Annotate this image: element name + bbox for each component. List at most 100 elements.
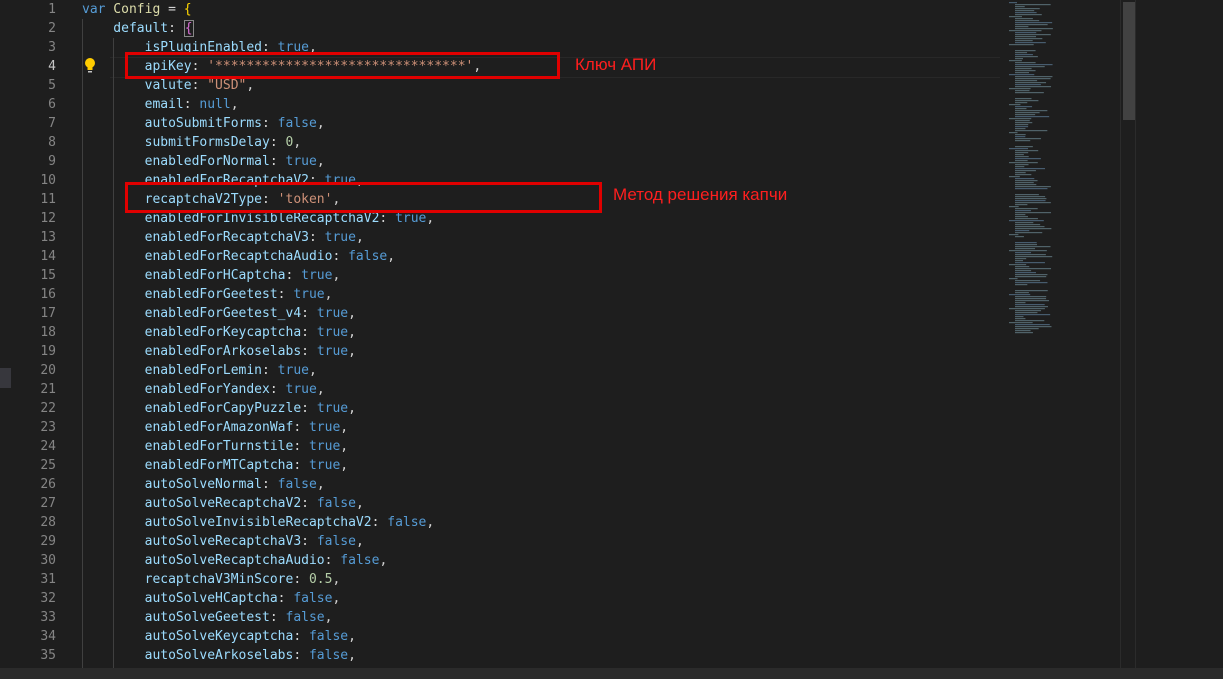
code-token: enabledForGeetest_v4 — [82, 306, 302, 321]
code-token: Config — [105, 2, 161, 17]
code-token: , — [387, 249, 396, 264]
code-token: , — [348, 344, 356, 359]
vertical-scrollbar[interactable] — [1120, 0, 1135, 679]
code-token: autoSolveRecaptchaAudio — [82, 553, 325, 568]
code-editor[interactable]: 1 2 3 4 5 6 7 8 9 10 11 12 13 14 15 16 17 18 19 20 21 22 23 24 2… — [0, 0, 1223, 679]
code-token: , — [246, 78, 255, 93]
code-line[interactable]: enabledForHCaptcha: true, — [82, 266, 341, 285]
minimap-line — [1015, 158, 1041, 160]
code-line[interactable]: enabledForRecaptchaV3: true, — [82, 228, 364, 247]
code-line[interactable]: enabledForCapyPuzzle: true, — [82, 399, 356, 418]
code-line[interactable]: enabledForLemin: true, — [82, 361, 317, 380]
minimap-line — [1015, 54, 1033, 56]
code-line[interactable]: var Config = { — [82, 0, 192, 19]
minimap-line — [1015, 108, 1027, 110]
code-token: enabledForMTCaptcha — [82, 458, 294, 473]
minimap-line — [1015, 140, 1031, 142]
minimap-line — [1015, 32, 1037, 34]
code-line[interactable]: email: null, — [82, 95, 239, 114]
scrollbar-thumb[interactable] — [1123, 2, 1135, 120]
minimap-line — [1015, 66, 1045, 68]
code-line[interactable]: enabledForMTCaptcha: true, — [82, 456, 349, 475]
code-token: autoSolveHCaptcha — [82, 591, 278, 606]
code-line[interactable]: autoSolveKeycaptcha: false, — [82, 627, 356, 646]
code-line[interactable]: enabledForKeycaptcha: true, — [82, 323, 356, 342]
code-area[interactable]: var Config = { default: { isPluginEnable… — [82, 0, 1002, 679]
minimap-line — [1009, 44, 1034, 46]
minimap-line — [1009, 88, 1031, 90]
line-number: 29 — [40, 534, 56, 549]
minimap-line — [1009, 30, 1042, 32]
minimap-line — [1015, 312, 1038, 314]
line-number: 17 — [40, 306, 56, 321]
code-token: : — [293, 648, 309, 663]
code-line[interactable]: enabledForTurnstile: true, — [82, 437, 349, 456]
line-number: 3 — [48, 40, 56, 55]
minimap-line — [1015, 34, 1051, 36]
code-token: , — [340, 420, 349, 435]
code-line[interactable]: recaptchaV3MinScore: 0.5, — [82, 570, 341, 589]
minimap-line — [1015, 280, 1041, 282]
code-token: autoSolveGeetest — [82, 610, 270, 625]
code-token: , — [316, 154, 325, 169]
minimap-line — [1015, 302, 1026, 304]
code-token: false — [340, 553, 380, 568]
minimap-line — [1015, 92, 1044, 94]
code-token: valute — [82, 78, 192, 93]
line-number: 13 — [40, 230, 56, 245]
code-line[interactable]: autoSolveRecaptchaV2: false, — [82, 494, 364, 513]
code-token: : — [293, 629, 309, 644]
minimap-line — [1015, 14, 1042, 16]
code-token: : — [191, 78, 208, 93]
minimap-line — [1015, 300, 1049, 302]
code-token: false — [308, 629, 349, 644]
minimap-line — [1015, 222, 1034, 224]
minimap-line — [1015, 296, 1047, 298]
code-token: , — [355, 534, 364, 549]
code-line[interactable]: enabledForRecaptchaAudio: false, — [82, 247, 395, 266]
minimap-line — [1015, 160, 1028, 162]
horizontal-scrollbar[interactable] — [0, 668, 1223, 679]
code-line[interactable]: enabledForGeetest_v4: true, — [82, 304, 356, 323]
line-number: 33 — [40, 610, 56, 625]
code-line[interactable]: autoSolveNormal: false, — [82, 475, 325, 494]
code-token: : — [269, 382, 286, 397]
minimap-line — [1015, 318, 1026, 320]
code-line[interactable]: autoSolveRecaptchaAudio: false, — [82, 551, 388, 570]
minimap-line — [1009, 176, 1020, 178]
code-line[interactable]: enabledForNormal: true, — [82, 152, 325, 171]
code-line[interactable]: enabledForAmazonWaf: true, — [82, 418, 349, 437]
code-line[interactable]: enabledForYandex: true, — [82, 380, 325, 399]
line-number: 11 — [40, 192, 56, 207]
minimap-line — [1009, 220, 1044, 222]
code-line[interactable]: autoSolveInvisibleRecaptchaV2: false, — [82, 513, 435, 532]
line-number: 28 — [40, 515, 56, 530]
line-number: 24 — [40, 439, 56, 454]
minimap-line — [1015, 102, 1028, 104]
code-token: true — [293, 287, 325, 302]
code-line[interactable]: autoSolveHCaptcha: false, — [82, 589, 341, 608]
line-number: 5 — [48, 78, 56, 93]
minimap-line — [1015, 174, 1032, 176]
code-line[interactable]: default: { — [82, 19, 194, 38]
code-token: , — [332, 572, 341, 587]
minimap[interactable] — [1005, 0, 1120, 679]
code-token: autoSolveRecaptchaV3 — [82, 534, 302, 549]
code-line[interactable]: enabledForArkoselabs: true, — [82, 342, 356, 361]
code-line[interactable]: enabledForGeetest: true, — [82, 285, 333, 304]
code-token: , — [324, 287, 333, 302]
minimap-line — [1015, 202, 1051, 204]
code-line[interactable]: autoSolveArkoselabs: false, — [82, 646, 356, 665]
minimap-line — [1015, 12, 1037, 14]
minimap-line — [1015, 166, 1025, 168]
code-line[interactable]: autoSolveRecaptchaV3: false, — [82, 532, 364, 551]
code-line[interactable]: autoSolveGeetest: false, — [82, 608, 333, 627]
code-line[interactable]: submitFormsDelay: 0, — [82, 133, 302, 152]
code-line[interactable]: autoSubmitForms: false, — [82, 114, 325, 133]
minimap-line — [1015, 248, 1036, 250]
code-token: : — [371, 515, 388, 530]
code-token: autoSolveInvisibleRecaptchaV2 — [82, 515, 372, 530]
minimap-line — [1015, 6, 1025, 8]
code-token: enabledForRecaptchaV3 — [82, 230, 309, 245]
code-token: enabledForNormal — [82, 154, 270, 169]
